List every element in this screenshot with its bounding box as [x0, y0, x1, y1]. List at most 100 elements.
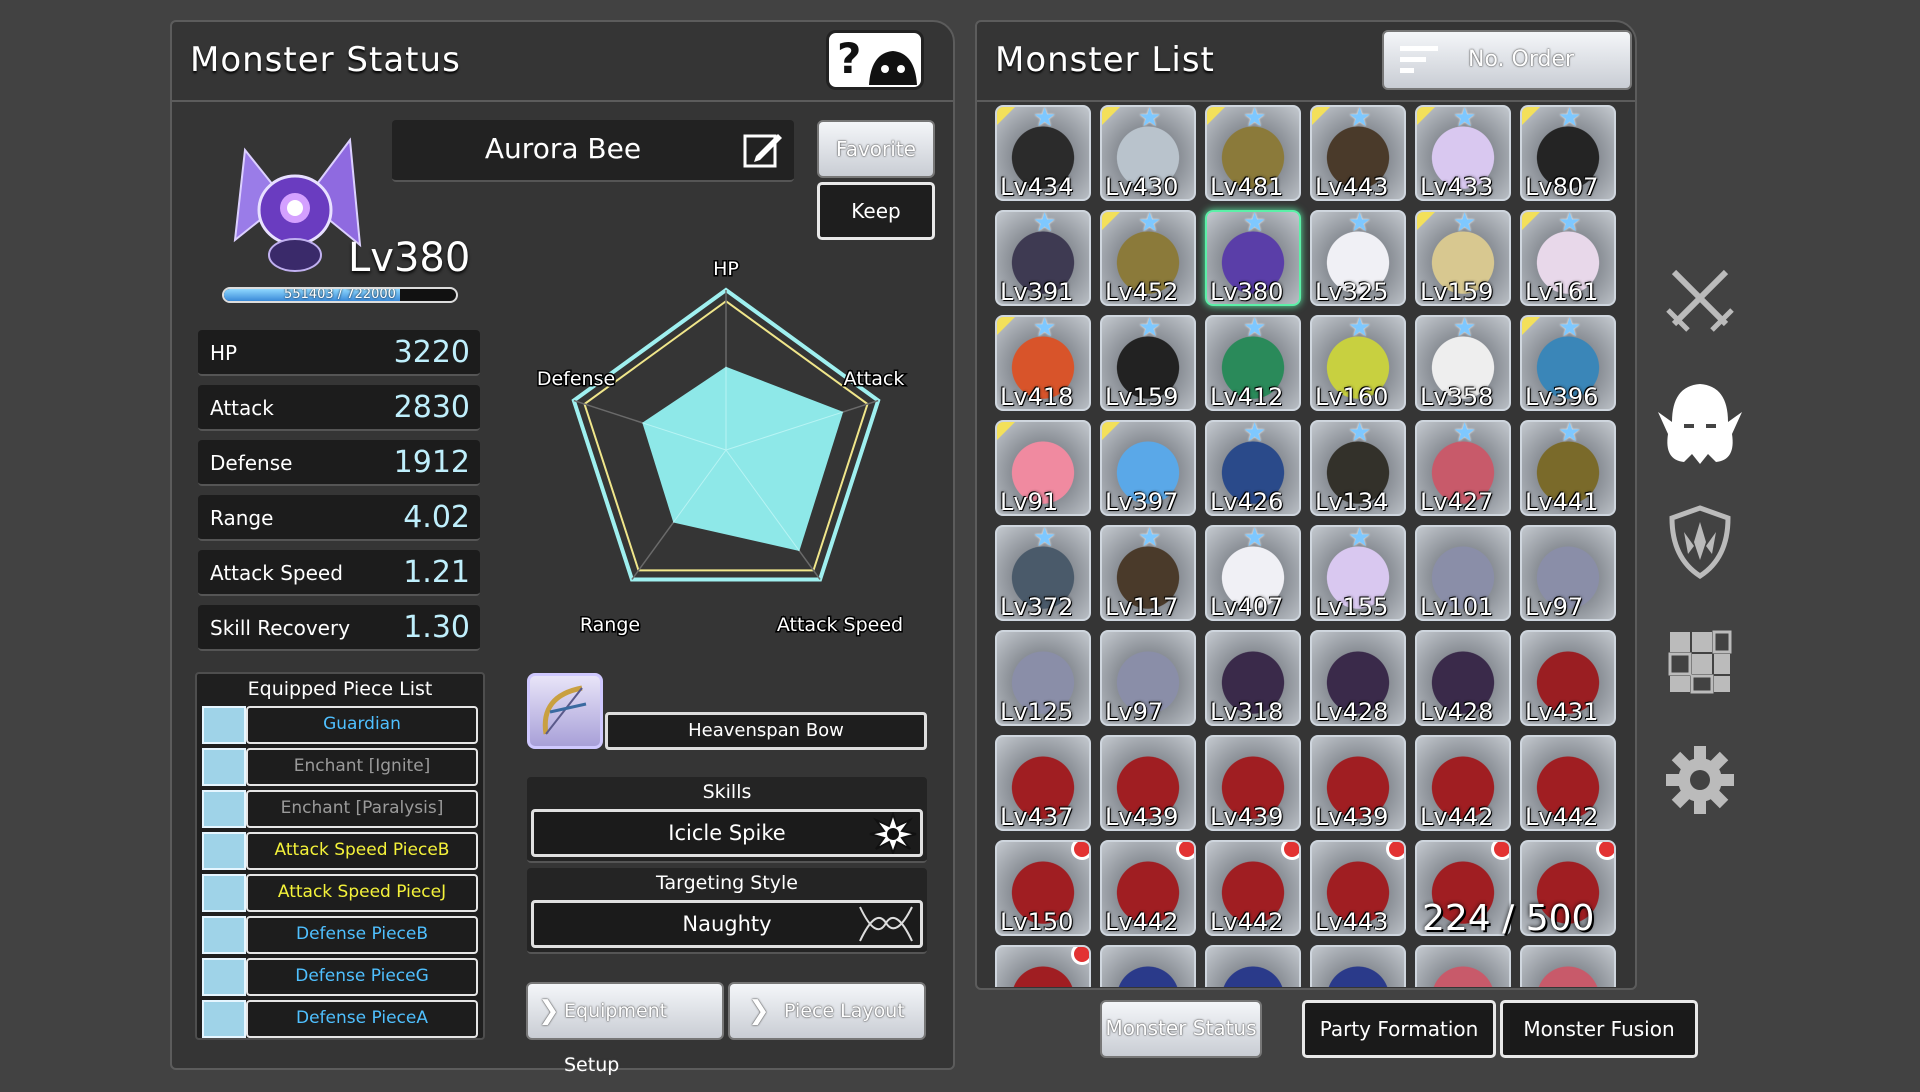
- monster-card[interactable]: ★ Lv396: [1520, 315, 1616, 411]
- skill-button[interactable]: Icicle Spike: [531, 809, 923, 857]
- monster-card[interactable]: Lv439: [1100, 735, 1196, 831]
- guild-menu-button[interactable]: [1660, 502, 1740, 582]
- skills-title: Skills: [702, 781, 752, 803]
- monster-card[interactable]: ★ Lv372: [995, 525, 1091, 621]
- monster-card[interactable]: Lv439: [1205, 735, 1301, 831]
- star-icon: ★: [1243, 315, 1267, 343]
- monster-level-label: Lv481: [1210, 173, 1284, 201]
- monster-card[interactable]: Lv443: [1310, 840, 1406, 936]
- monster-card[interactable]: ★ Lv161: [1520, 210, 1616, 306]
- monster-level-label: Lv443: [1315, 908, 1389, 936]
- sort-order-button[interactable]: No. Order: [1382, 30, 1632, 90]
- favorite-button[interactable]: Favorite: [817, 120, 935, 178]
- monster-card[interactable]: ★ Lv452: [1100, 210, 1196, 306]
- monster-card[interactable]: [1520, 945, 1616, 987]
- monster-card[interactable]: Lv442: [1100, 840, 1196, 936]
- piece-row[interactable]: Guardian: [202, 706, 478, 744]
- monster-card[interactable]: Lv97: [1520, 525, 1616, 621]
- monster-card[interactable]: ★ Lv481: [1205, 105, 1301, 201]
- new-corner-badge: [1102, 422, 1120, 440]
- monster-card[interactable]: ★ Lv155: [1310, 525, 1406, 621]
- monster-card[interactable]: ★ Lv325: [1310, 210, 1406, 306]
- tab-monster-status[interactable]: Monster Status: [1100, 1000, 1262, 1058]
- help-mascot-icon: ?: [837, 34, 917, 85]
- battle-menu-button[interactable]: [1660, 258, 1740, 338]
- monster-level-label: Lv155: [1315, 593, 1389, 621]
- monster-level-label: Lv97: [1105, 698, 1164, 726]
- monster-card[interactable]: [995, 945, 1091, 987]
- monster-card[interactable]: Lv91: [995, 420, 1091, 516]
- star-icon: ★: [1138, 105, 1162, 133]
- star-icon: ★: [1243, 210, 1267, 238]
- piece-row[interactable]: Attack Speed PieceB: [202, 832, 478, 870]
- settings-button[interactable]: [1660, 740, 1740, 820]
- piece-row[interactable]: Enchant [Paralysis]: [202, 790, 478, 828]
- monster-card[interactable]: [1310, 945, 1406, 987]
- tab-party-formation[interactable]: Party Formation: [1302, 1000, 1496, 1058]
- monster-card[interactable]: ★ Lv134: [1310, 420, 1406, 516]
- monster-level-label: Lv412: [1210, 383, 1284, 411]
- monster-card[interactable]: ★ Lv391: [995, 210, 1091, 306]
- piece-row[interactable]: Enchant [Ignite]: [202, 748, 478, 786]
- monster-card[interactable]: Lv397: [1100, 420, 1196, 516]
- piece-row[interactable]: Defense PieceB: [202, 916, 478, 954]
- monster-card[interactable]: Lv428: [1415, 630, 1511, 726]
- monster-card[interactable]: Lv428: [1310, 630, 1406, 726]
- monster-card[interactable]: Lv437: [995, 735, 1091, 831]
- new-corner-badge: [997, 317, 1015, 335]
- monster-card[interactable]: ★ Lv380: [1205, 210, 1301, 306]
- monster-card[interactable]: ★ Lv426: [1205, 420, 1301, 516]
- monster-card[interactable]: [1415, 945, 1511, 987]
- keep-button[interactable]: Keep: [817, 182, 935, 240]
- monster-card[interactable]: Lv439: [1310, 735, 1406, 831]
- weapon-slot[interactable]: [527, 673, 603, 749]
- monster-card[interactable]: Lv442: [1415, 735, 1511, 831]
- piece-row[interactable]: Attack Speed PieceJ: [202, 874, 478, 912]
- monster-card[interactable]: Lv97: [1100, 630, 1196, 726]
- edit-name-button[interactable]: [742, 130, 784, 170]
- monster-card[interactable]: Lv442: [1520, 735, 1616, 831]
- crossed-swords-icon: [1666, 269, 1734, 332]
- monster-card[interactable]: Lv442: [1205, 840, 1301, 936]
- equipment-setup-button[interactable]: ❯ Equipment Setup: [526, 982, 724, 1076]
- monster-card[interactable]: ★ Lv443: [1310, 105, 1406, 201]
- monster-card[interactable]: ★ Lv434: [995, 105, 1091, 201]
- monster-card[interactable]: Lv318: [1205, 630, 1301, 726]
- piece-layout-button[interactable]: ❯ Piece Layout: [728, 982, 926, 1040]
- monster-card[interactable]: ★ Lv427: [1415, 420, 1511, 516]
- monster-card[interactable]: ★ Lv407: [1205, 525, 1301, 621]
- monster-card[interactable]: ★ Lv441: [1520, 420, 1616, 516]
- piece-row[interactable]: Defense PieceA: [202, 1000, 478, 1038]
- monster-card[interactable]: ★ Lv807: [1520, 105, 1616, 201]
- monster-card[interactable]: ★ Lv433: [1415, 105, 1511, 201]
- monster-card[interactable]: Lv431: [1520, 630, 1616, 726]
- monster-level-label: Lv380: [1210, 278, 1284, 306]
- monster-level-label: Lv428: [1420, 698, 1494, 726]
- piece-row[interactable]: Defense PieceG: [202, 958, 478, 996]
- piece-menu-button[interactable]: [1660, 622, 1740, 702]
- monster-card[interactable]: ★ Lv159: [1415, 210, 1511, 306]
- piece-name: Defense PieceB: [246, 916, 478, 954]
- monster-card[interactable]: ★ Lv159: [1100, 315, 1196, 411]
- monster-card[interactable]: Lv125: [995, 630, 1091, 726]
- new-corner-badge: [997, 422, 1015, 440]
- tab-monster-fusion[interactable]: Monster Fusion: [1500, 1000, 1698, 1058]
- monster-menu-button[interactable]: [1650, 372, 1750, 472]
- monster-card[interactable]: [1205, 945, 1301, 987]
- monster-card[interactable]: Lv150: [995, 840, 1091, 936]
- monster-card[interactable]: ★ Lv412: [1205, 315, 1301, 411]
- piece-shape-icon: [202, 748, 246, 786]
- targeting-button[interactable]: Naughty: [531, 900, 923, 948]
- monster-card[interactable]: [1100, 945, 1196, 987]
- monster-level-label: Lv437: [1000, 803, 1074, 831]
- monster-card[interactable]: ★ Lv117: [1100, 525, 1196, 621]
- monster-card[interactable]: ★ Lv160: [1310, 315, 1406, 411]
- monster-card[interactable]: ★ Lv430: [1100, 105, 1196, 201]
- monster-card[interactable]: ★ Lv418: [995, 315, 1091, 411]
- star-icon: ★: [1558, 210, 1582, 238]
- shield-emblem-icon: [1669, 505, 1731, 579]
- monster-card[interactable]: Lv101: [1415, 525, 1511, 621]
- monster-card[interactable]: ★ Lv358: [1415, 315, 1511, 411]
- help-button[interactable]: ?: [826, 30, 924, 90]
- star-icon: ★: [1138, 315, 1162, 343]
